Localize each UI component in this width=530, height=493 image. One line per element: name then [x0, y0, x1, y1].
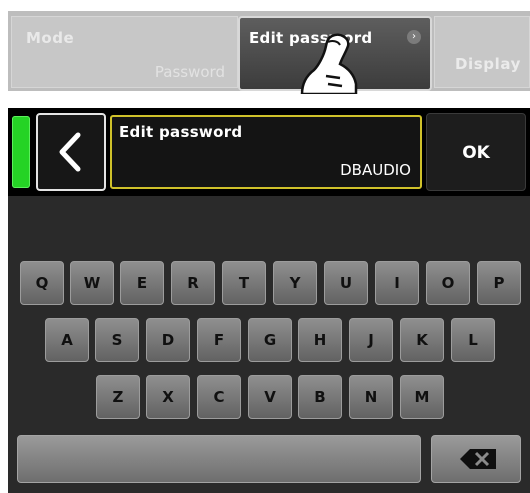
- status-led: [12, 116, 30, 188]
- key-z[interactable]: Z: [96, 375, 140, 419]
- chevron-left-icon: [59, 132, 81, 172]
- key-e[interactable]: E: [120, 261, 164, 305]
- space-bar[interactable]: [17, 435, 421, 483]
- chevron-right-icon: ›: [407, 30, 421, 44]
- key-w[interactable]: W: [70, 261, 114, 305]
- key-s[interactable]: S: [95, 318, 139, 362]
- pointing-hand-icon: [300, 33, 358, 94]
- key-f[interactable]: F: [197, 318, 241, 362]
- key-h[interactable]: H: [298, 318, 342, 362]
- key-c[interactable]: C: [197, 375, 241, 419]
- password-field[interactable]: Edit password DBAUDIO: [110, 115, 422, 189]
- key-u[interactable]: U: [324, 261, 368, 305]
- key-q[interactable]: Q: [20, 261, 64, 305]
- key-r[interactable]: R: [171, 261, 215, 305]
- backspace-button[interactable]: [431, 435, 521, 483]
- key-p[interactable]: P: [477, 261, 521, 305]
- mode-value: Password: [154, 63, 225, 81]
- key-t[interactable]: T: [222, 261, 266, 305]
- key-v[interactable]: V: [248, 375, 292, 419]
- mode-title: Mode: [26, 29, 75, 47]
- key-y[interactable]: Y: [273, 261, 317, 305]
- key-b[interactable]: B: [298, 375, 342, 419]
- key-a[interactable]: A: [45, 318, 89, 362]
- field-label: Edit password: [119, 123, 243, 141]
- ok-button[interactable]: OK: [426, 113, 526, 191]
- key-o[interactable]: O: [426, 261, 470, 305]
- key-k[interactable]: K: [400, 318, 444, 362]
- display-tile[interactable]: Display: [434, 16, 530, 88]
- mode-tile[interactable]: Mode Password: [11, 16, 238, 88]
- password-value: DBAUDIO: [340, 161, 411, 179]
- key-n[interactable]: N: [349, 375, 393, 419]
- key-d[interactable]: D: [146, 318, 190, 362]
- back-button[interactable]: [36, 113, 106, 191]
- key-x[interactable]: X: [146, 375, 190, 419]
- key-j[interactable]: J: [349, 318, 393, 362]
- key-l[interactable]: L: [451, 318, 495, 362]
- menu-strip: Mode Password Edit password › Display: [8, 11, 530, 91]
- backspace-icon: [460, 449, 496, 469]
- key-g[interactable]: G: [248, 318, 292, 362]
- display-title: Display: [454, 55, 521, 73]
- device-screen: Edit password DBAUDIO OK Q W E R T Y U I…: [8, 108, 530, 493]
- key-i[interactable]: I: [375, 261, 419, 305]
- key-m[interactable]: M: [400, 375, 444, 419]
